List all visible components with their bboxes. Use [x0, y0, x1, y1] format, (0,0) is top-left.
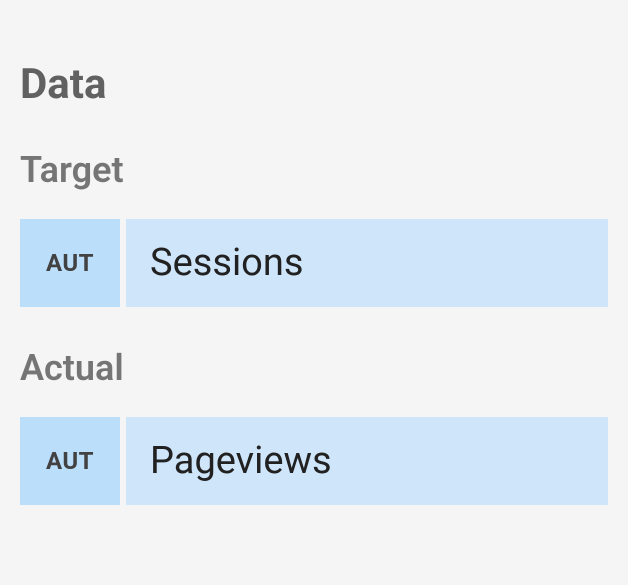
- actual-label: Actual: [20, 347, 608, 389]
- actual-field-group: Actual AUT Pageviews: [20, 347, 608, 505]
- target-value-selector[interactable]: Sessions: [126, 219, 608, 307]
- actual-value-selector[interactable]: Pageviews: [126, 417, 608, 505]
- target-badge[interactable]: AUT: [20, 219, 120, 307]
- target-field-group: Target AUT Sessions: [20, 149, 608, 307]
- target-label: Target: [20, 149, 608, 191]
- section-title: Data: [20, 60, 608, 109]
- actual-row: AUT Pageviews: [20, 417, 608, 505]
- actual-badge[interactable]: AUT: [20, 417, 120, 505]
- target-row: AUT Sessions: [20, 219, 608, 307]
